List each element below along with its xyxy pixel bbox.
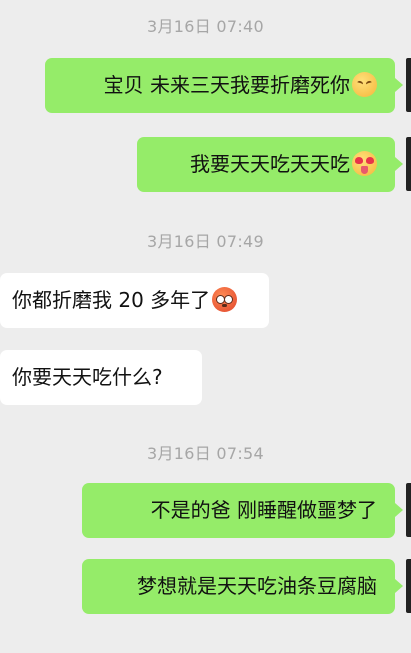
avatar[interactable] bbox=[406, 559, 411, 613]
message-text: 宝贝 未来三天我要折磨死你 bbox=[103, 73, 350, 97]
avatar[interactable] bbox=[406, 58, 411, 112]
timestamp: 3月16日 07:49 bbox=[146, 232, 265, 251]
bubble-tail bbox=[395, 78, 403, 92]
message-text: 你都折磨我 20 多年了 bbox=[12, 288, 211, 312]
flushed-face-emoji-icon bbox=[212, 287, 238, 312]
bubble-tail bbox=[395, 157, 403, 171]
persevering-face-emoji-icon bbox=[352, 72, 377, 97]
timestamp: 3月16日 07:54 bbox=[146, 444, 265, 463]
message-bubble-outgoing[interactable]: 梦想就是天天吃油条豆腐脑 bbox=[82, 559, 395, 614]
message-text: 我要天天吃天天吃 bbox=[190, 152, 350, 176]
avatar[interactable] bbox=[406, 483, 411, 537]
timestamp: 3月16日 07:40 bbox=[146, 17, 265, 36]
message-bubble-incoming[interactable]: 你要天天吃什么? bbox=[0, 350, 202, 405]
heart-eyes-tongue-emoji-icon bbox=[352, 151, 377, 176]
message-text: 梦想就是天天吃油条豆腐脑 bbox=[137, 574, 377, 598]
message-bubble-outgoing[interactable]: 不是的爸 刚睡醒做噩梦了 bbox=[82, 483, 395, 538]
avatar[interactable] bbox=[406, 137, 411, 191]
message-bubble-incoming[interactable]: 你都折磨我 20 多年了 bbox=[0, 273, 269, 328]
message-text: 你要天天吃什么? bbox=[12, 365, 163, 389]
message-bubble-outgoing[interactable]: 宝贝 未来三天我要折磨死你 bbox=[45, 58, 395, 113]
message-text: 不是的爸 刚睡醒做噩梦了 bbox=[150, 498, 377, 522]
message-bubble-outgoing[interactable]: 我要天天吃天天吃 bbox=[137, 137, 395, 192]
bubble-tail bbox=[395, 503, 403, 517]
bubble-tail bbox=[395, 579, 403, 593]
